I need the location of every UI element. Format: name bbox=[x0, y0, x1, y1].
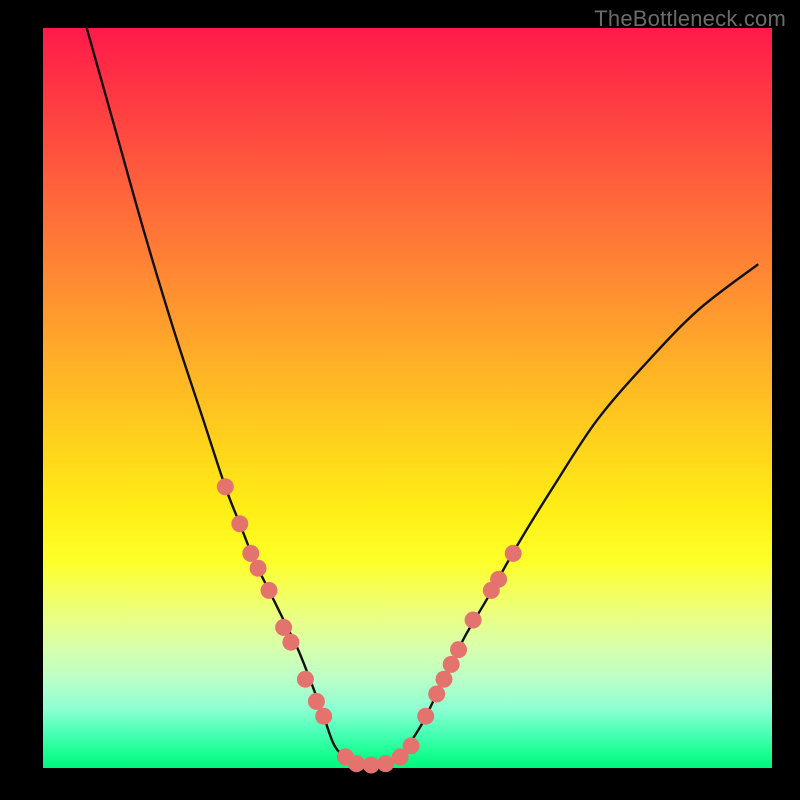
bottleneck-curve bbox=[87, 28, 758, 765]
data-point bbox=[403, 737, 420, 754]
chart-frame: TheBottleneck.com bbox=[0, 0, 800, 800]
data-point bbox=[348, 755, 365, 772]
data-point bbox=[505, 545, 522, 562]
data-point bbox=[417, 708, 434, 725]
data-point bbox=[428, 686, 445, 703]
data-point bbox=[377, 755, 394, 772]
data-point bbox=[443, 656, 460, 673]
data-point bbox=[363, 757, 380, 774]
data-point bbox=[490, 571, 507, 588]
data-point bbox=[450, 641, 467, 658]
data-point bbox=[297, 671, 314, 688]
data-point bbox=[436, 671, 453, 688]
data-point bbox=[261, 582, 278, 599]
data-points bbox=[217, 478, 522, 773]
data-point bbox=[242, 545, 259, 562]
data-point bbox=[275, 619, 292, 636]
data-point bbox=[217, 478, 234, 495]
plot-area bbox=[43, 28, 772, 768]
data-point bbox=[282, 634, 299, 651]
data-point bbox=[465, 612, 482, 629]
data-point bbox=[231, 515, 248, 532]
data-point bbox=[308, 693, 325, 710]
data-point bbox=[315, 708, 332, 725]
data-point bbox=[250, 560, 267, 577]
curve-layer bbox=[43, 28, 772, 768]
